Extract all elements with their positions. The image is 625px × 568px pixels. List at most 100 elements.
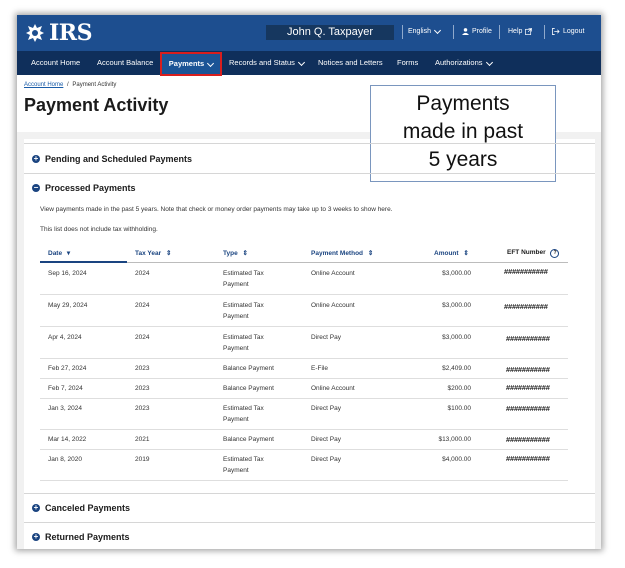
logout-icon	[552, 28, 560, 35]
help-link[interactable]: Help	[508, 28, 533, 35]
cell-method: Direct Pay	[311, 436, 341, 443]
cell-method: Direct Pay	[311, 405, 341, 412]
col-date-label: Date	[48, 250, 63, 257]
cell-type-line: Estimated Tax	[223, 405, 264, 412]
expand-plus-icon: +	[32, 503, 40, 512]
cell-type-line: Estimated Tax	[223, 270, 264, 277]
cell-eft: ###########	[506, 383, 550, 392]
logout-link[interactable]: Logout	[552, 28, 584, 35]
cell-type-line: Payment	[223, 313, 249, 320]
cell-type: Estimated Tax Payment	[223, 268, 264, 290]
divider	[453, 25, 454, 39]
cell-date: Apr 4, 2024	[48, 334, 82, 341]
nav-records-status[interactable]: Records and Status	[229, 51, 305, 75]
breadcrumb-home-link[interactable]: Account Home	[24, 82, 63, 88]
cell-amount: $3,000.00	[442, 334, 471, 341]
col-header-method[interactable]: Payment Method ⇕	[311, 249, 373, 257]
cell-method: E-File	[311, 365, 328, 372]
accordion-canceled[interactable]: + Canceled Payments	[32, 503, 130, 513]
chevron-down-icon	[485, 58, 493, 67]
col-type-label: Type	[223, 250, 238, 257]
top-header: IRS John Q. Taxpayer English Profile Hel…	[17, 15, 601, 51]
cell-tax-year: 2019	[135, 456, 150, 463]
cell-tax-year: 2023	[135, 365, 150, 372]
external-link-icon	[525, 28, 533, 35]
cell-tax-year: 2023	[135, 385, 150, 392]
cell-date: Mar 14, 2022	[48, 436, 87, 443]
col-header-tax-year[interactable]: Tax Year ⇕	[135, 249, 171, 257]
chevron-down-icon	[207, 59, 215, 68]
cell-amount: $3,000.00	[442, 270, 471, 277]
cell-type-line: Estimated Tax	[223, 334, 264, 341]
eagle-icon	[26, 24, 44, 42]
nav-authorizations[interactable]: Authorizations	[435, 51, 493, 75]
cell-type-line: Estimated Tax	[223, 456, 264, 463]
cell-amount: $4,000.00	[442, 456, 471, 463]
callout-line: Payments	[416, 92, 510, 115]
accordion-canceled-label: Canceled Payments	[45, 503, 131, 513]
cell-date: Feb 7, 2024	[48, 385, 83, 392]
cell-date: Jan 3, 2024	[48, 405, 82, 412]
cell-type-line: Payment	[223, 281, 249, 288]
row-divider	[40, 326, 568, 327]
nav-forms[interactable]: Forms	[397, 51, 418, 75]
expand-plus-icon: +	[32, 532, 40, 541]
col-tax-year-label: Tax Year	[135, 250, 162, 257]
divider	[402, 25, 403, 39]
help-label: Help	[508, 28, 523, 35]
cell-eft: ###########	[504, 267, 548, 276]
col-header-eft: EFT Number ?	[507, 249, 560, 258]
irs-logo[interactable]: IRS	[24, 20, 92, 46]
cell-eft: ###########	[506, 365, 550, 374]
nav-payments-label: Payments	[168, 59, 205, 68]
sort-icon: ⇕	[367, 250, 374, 257]
accordion-processed-label: Processed Payments	[45, 183, 136, 193]
info-text: View payments made in the past 5 years. …	[40, 206, 393, 213]
cell-date: Jan 8, 2020	[48, 456, 82, 463]
cell-eft: ###########	[506, 435, 550, 444]
cell-tax-year: 2024	[135, 270, 150, 277]
breadcrumb-separator: /	[67, 82, 69, 88]
accordion-pending[interactable]: + Pending and Scheduled Payments	[32, 154, 192, 164]
sort-icon: ⇕	[463, 250, 469, 257]
nav-payments[interactable]: Payments	[160, 52, 222, 76]
cell-type-line: Payment	[223, 416, 249, 423]
nav-account-balance[interactable]: Account Balance	[97, 51, 153, 75]
cell-date: Feb 27, 2024	[48, 365, 87, 372]
cell-eft: ###########	[506, 404, 550, 413]
cell-tax-year: 2024	[135, 334, 150, 341]
user-name: John Q. Taxpayer	[266, 25, 394, 40]
cell-type-line: Estimated Tax	[223, 302, 264, 309]
row-divider	[40, 429, 568, 430]
nav-records-label: Records and Status	[229, 58, 295, 67]
language-label: English	[408, 28, 431, 35]
cell-method: Direct Pay	[311, 456, 341, 463]
main-nav: Account Home Account Balance Payments Re…	[17, 51, 601, 76]
row-divider	[40, 480, 568, 481]
nav-account-home[interactable]: Account Home	[31, 51, 80, 75]
logout-label: Logout	[563, 28, 585, 35]
nav-notices-letters[interactable]: Notices and Letters	[318, 51, 383, 75]
callout-line: 5 years	[428, 148, 498, 171]
profile-link[interactable]: Profile	[462, 28, 492, 35]
cell-type: Estimated Tax Payment	[223, 454, 264, 476]
col-header-type[interactable]: Type ⇕	[223, 249, 248, 257]
expand-plus-icon: +	[32, 154, 40, 163]
divider	[24, 522, 595, 523]
cell-method: Online Account	[311, 270, 355, 277]
cell-type: Estimated Tax Payment	[223, 300, 264, 322]
cell-eft: ###########	[506, 454, 550, 463]
language-selector[interactable]: English	[408, 26, 442, 35]
row-divider	[40, 358, 568, 359]
col-header-amount[interactable]: Amount ⇕	[434, 249, 469, 257]
logo-text: IRS	[49, 20, 92, 46]
help-circle-icon[interactable]: ?	[550, 249, 560, 258]
sort-icon: ⇕	[242, 250, 248, 257]
page-title: Payment Activity	[24, 95, 169, 115]
col-method-label: Payment Method	[311, 250, 364, 257]
col-header-date[interactable]: Date ▾	[48, 249, 70, 257]
cell-date: Sep 16, 2024	[48, 270, 87, 277]
accordion-processed[interactable]: − Processed Payments	[32, 183, 136, 193]
accordion-returned[interactable]: + Returned Payments	[32, 532, 130, 542]
cell-eft: ###########	[506, 334, 550, 343]
